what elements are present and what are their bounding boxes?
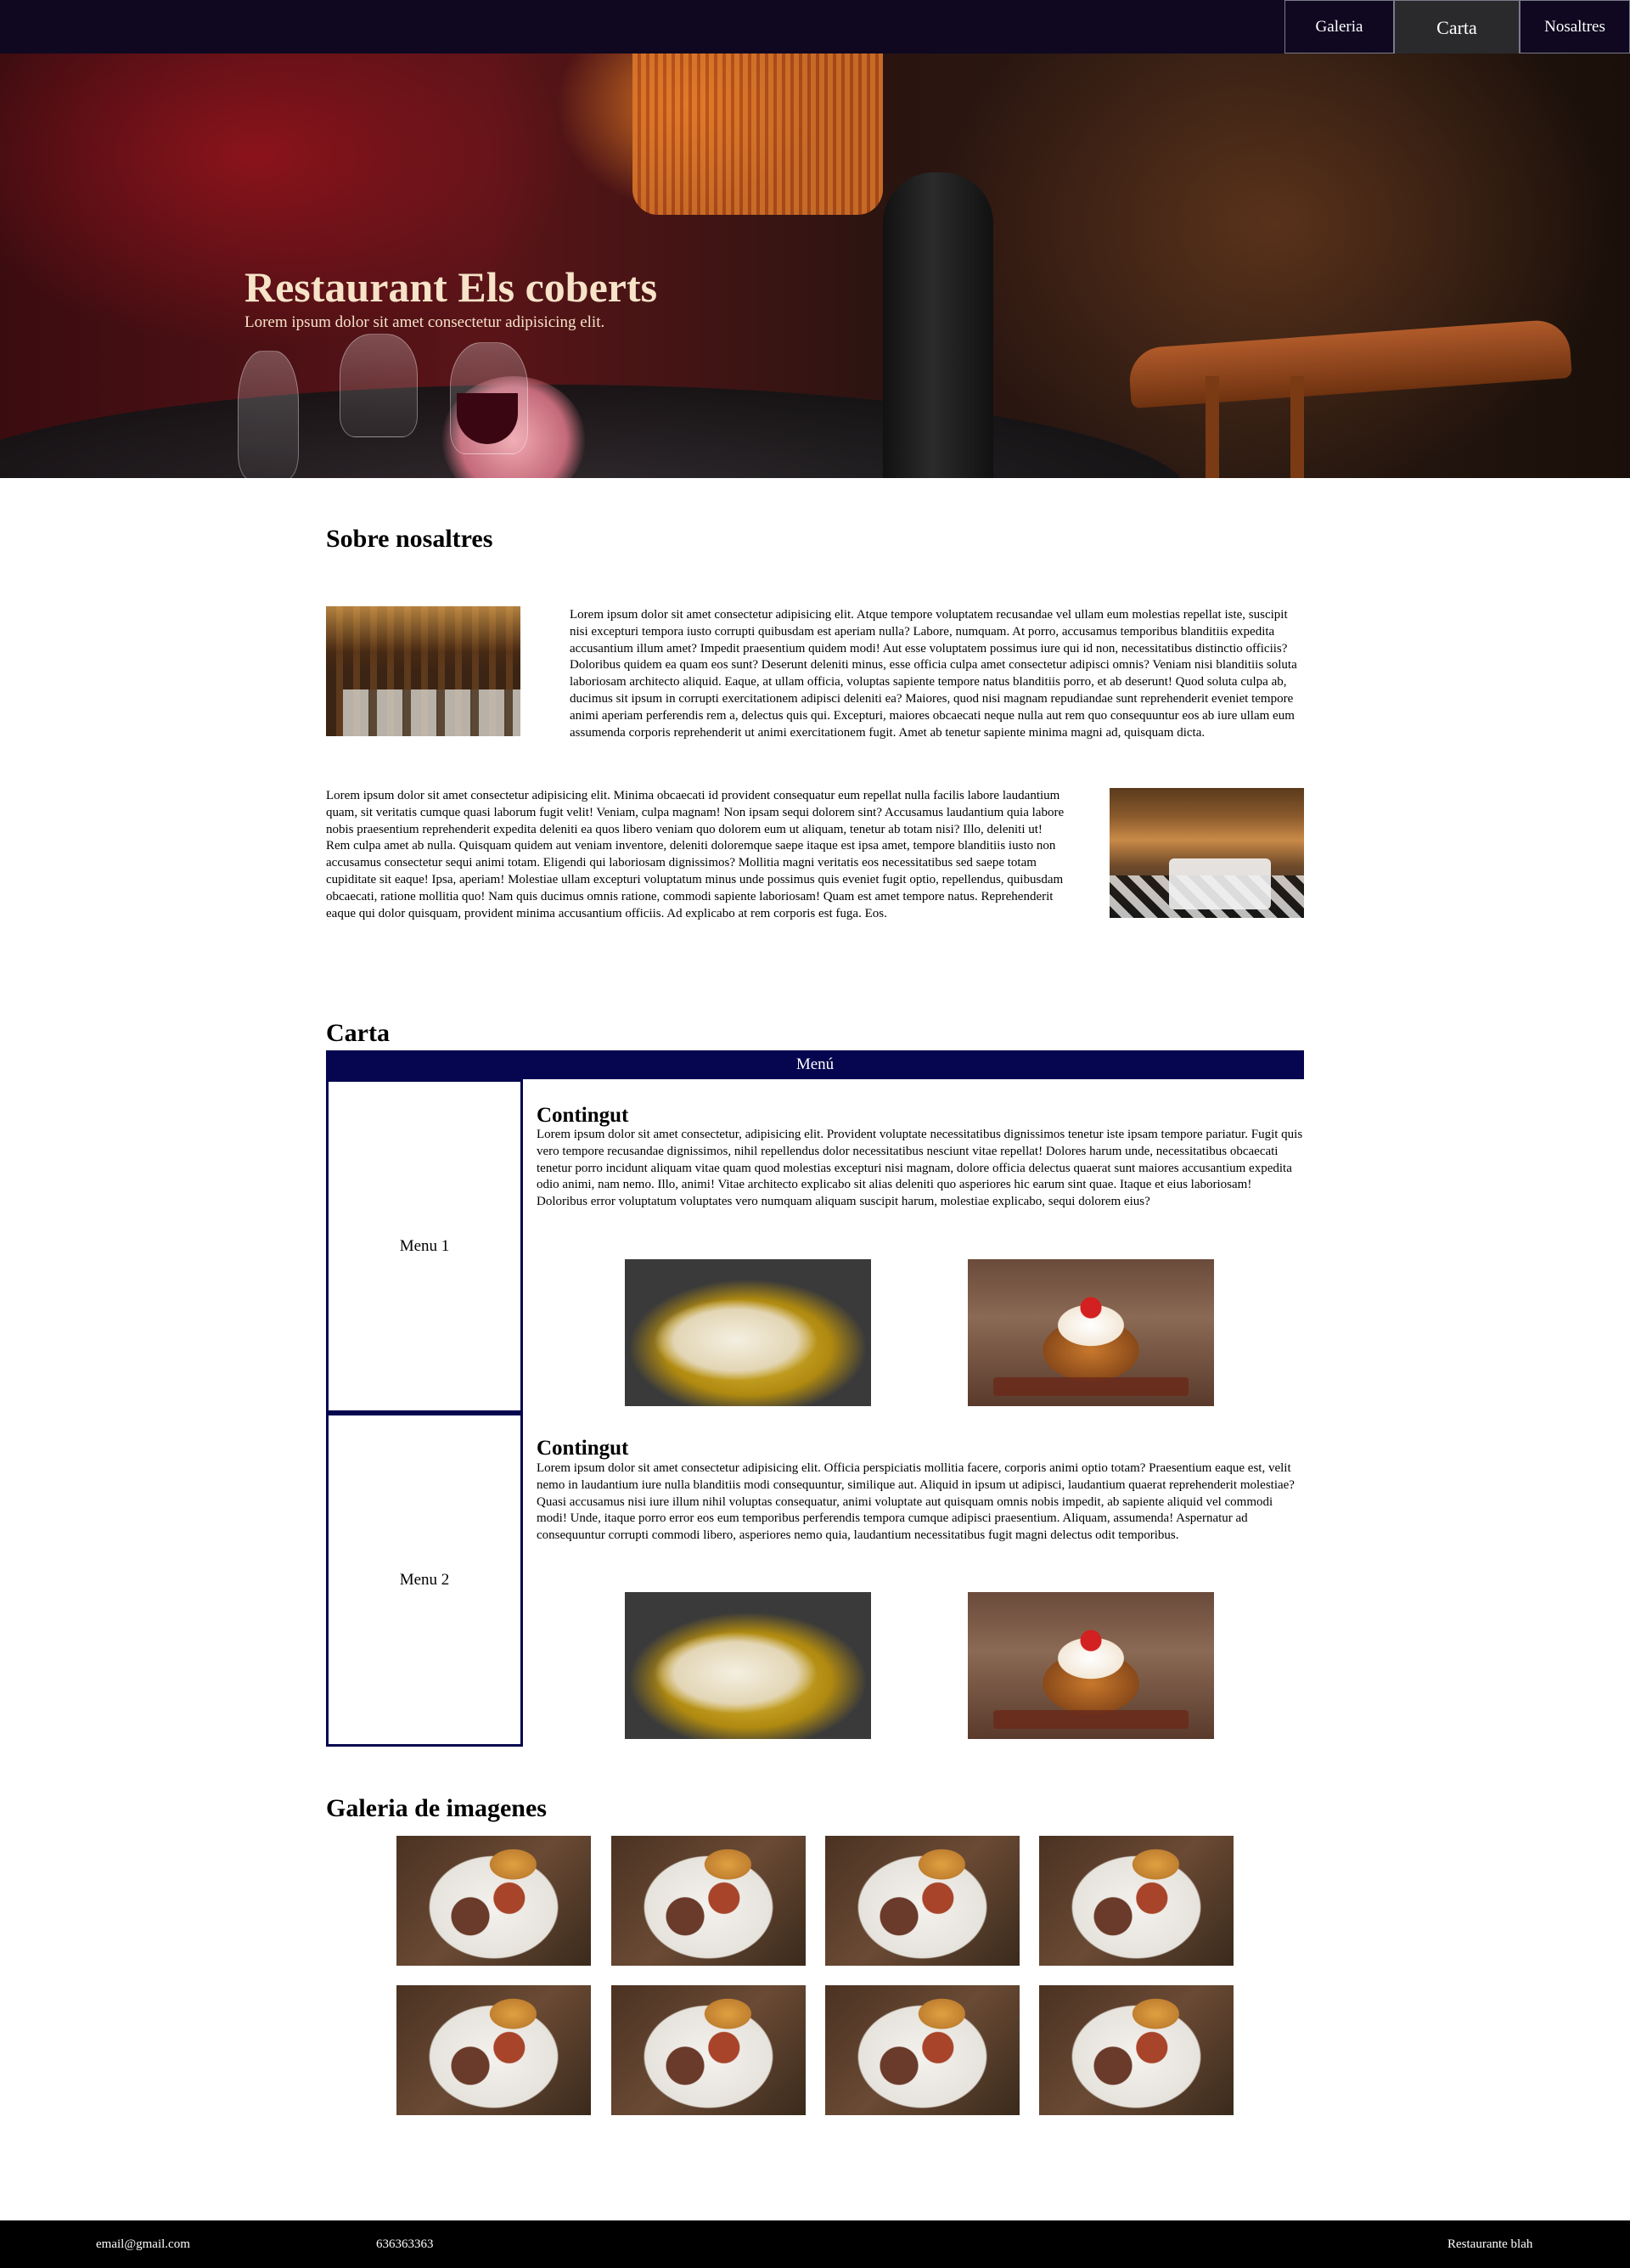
hero-lamp-base: [883, 172, 993, 478]
restaurant-interior-photo: [326, 606, 520, 736]
nav-menu: Galeria Carta Nosaltres: [1284, 0, 1630, 56]
top-navbar: Galeria Carta Nosaltres: [0, 0, 1630, 56]
fish-dish-photo: [625, 1592, 871, 1739]
footer-email[interactable]: email@gmail.com: [96, 2237, 190, 2252]
nav-item-galeria[interactable]: Galeria: [1284, 0, 1394, 53]
hero-banner: Restaurant Els coberts Lorem ipsum dolor…: [0, 53, 1630, 478]
menu-1-title: Contingut: [537, 1104, 629, 1127]
hero-chair: [1127, 318, 1572, 409]
hero-table: [0, 385, 1189, 478]
footer: email@gmail.com 636363363 Restaurante bl…: [0, 2220, 1630, 2268]
menu-1-label: Menu 1: [399, 1236, 450, 1255]
dessert-photo: [968, 1592, 1214, 1739]
menu-table-header: Menú: [326, 1050, 1304, 1079]
hero-glass: [340, 334, 418, 437]
nav-item-carta[interactable]: Carta: [1394, 0, 1520, 56]
hero-lamp-shade: [632, 53, 883, 215]
menu-2-text: Lorem ipsum dolor sit amet consectetur a…: [537, 1461, 1295, 1543]
footer-phone[interactable]: 636363363: [376, 2237, 434, 2252]
gallery-image[interactable]: [611, 1836, 806, 1966]
gallery-image[interactable]: [611, 1985, 806, 2115]
gallery-image[interactable]: [825, 1836, 1020, 1966]
footer-brand: Restaurante blah: [1447, 2237, 1533, 2251]
hero-title: Restaurant Els coberts: [244, 263, 658, 311]
restaurant-dining-photo: [1110, 788, 1304, 918]
menu-2-title: Contingut: [537, 1437, 629, 1460]
about-paragraph-1: Lorem ipsum dolor sit amet consectetur a…: [570, 608, 1297, 740]
menu-1-text: Lorem ipsum dolor sit amet consectetur, …: [537, 1128, 1303, 1209]
gallery-image[interactable]: [1039, 1836, 1234, 1966]
about-heading: Sobre nosaltres: [326, 525, 493, 553]
about-paragraph-2: Lorem ipsum dolor sit amet consectetur a…: [326, 789, 1065, 920]
gallery-image[interactable]: [825, 1985, 1020, 2115]
menu-2-tab[interactable]: Menu 2: [326, 1413, 523, 1747]
gallery-image[interactable]: [1039, 1985, 1234, 2115]
menu-1-tab[interactable]: Menu 1: [326, 1079, 523, 1413]
hero-glass: [238, 351, 299, 478]
gallery-heading: Galeria de imagenes: [326, 1794, 547, 1822]
hero-chair-leg: [1206, 376, 1219, 478]
carta-heading: Carta: [326, 1019, 390, 1047]
hero-subtitle: Lorem ipsum dolor sit amet consectetur a…: [244, 313, 605, 331]
dessert-photo: [968, 1259, 1214, 1406]
nav-item-nosaltres[interactable]: Nosaltres: [1520, 0, 1630, 53]
gallery-image[interactable]: [396, 1985, 591, 2115]
menu-2-label: Menu 2: [399, 1570, 450, 1589]
fish-dish-photo: [625, 1259, 871, 1406]
gallery-image[interactable]: [396, 1836, 591, 1966]
hero-chair-leg: [1290, 376, 1304, 478]
